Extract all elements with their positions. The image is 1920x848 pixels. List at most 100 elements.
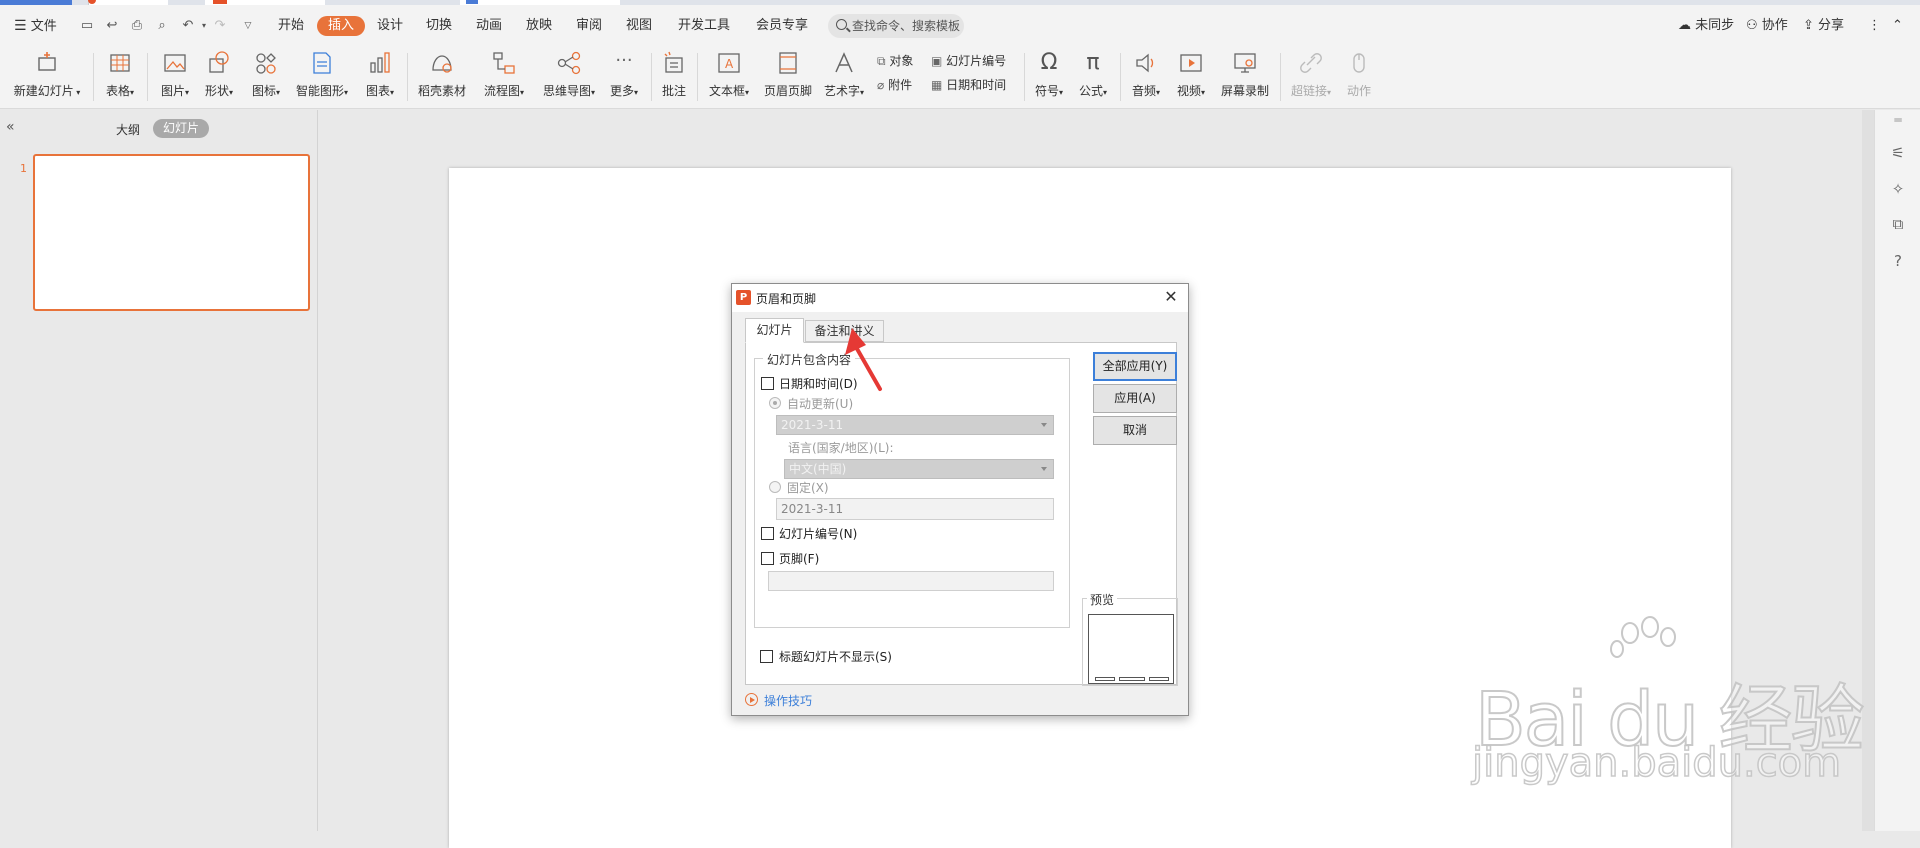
tab-app-icon	[466, 0, 478, 4]
footer-checkbox[interactable]	[761, 552, 774, 565]
tab-developer[interactable]: 开发工具	[678, 16, 730, 36]
ribbon-separator	[1024, 53, 1025, 101]
close-icon[interactable]: ✕	[1162, 288, 1180, 306]
calendar-icon: ▦	[931, 78, 943, 92]
slides-pane-icon[interactable]: ⧉	[1888, 214, 1908, 234]
auto-date-select[interactable]: 2021-3-11	[776, 415, 1054, 435]
slide-number-label: 幻灯片编号(N)	[779, 527, 858, 541]
share-button[interactable]: ⇪ 分享	[1803, 16, 1844, 36]
tab-transition[interactable]: 切换	[426, 16, 452, 36]
format-painter-icon[interactable]: ↩	[104, 18, 120, 34]
play-circle-icon	[745, 693, 758, 706]
material-icon	[429, 50, 455, 76]
tab-app-icon	[213, 0, 227, 4]
tips-link[interactable]: 操作技巧	[745, 692, 812, 709]
fixed-date-field[interactable]: 2021-3-11	[776, 498, 1054, 520]
mindmap-icon	[556, 50, 582, 76]
adjust-icon[interactable]: ⚟	[1888, 143, 1908, 163]
symbol-button[interactable]: Ω 符号▾	[1032, 50, 1066, 99]
file-menu[interactable]: ☰ 文件	[14, 16, 57, 36]
ribbon-insert: 新建幻灯片 ▾ 表格▾ 图片▾ 形状▾ 图标▾ 智能图形▾ 图表▾ 稻壳素材 流…	[0, 45, 1920, 109]
new-slide-icon	[34, 50, 60, 76]
more-menu-icon[interactable]: ⋮	[1868, 16, 1881, 36]
picture-button[interactable]: 图片▾	[157, 50, 193, 99]
formula-button[interactable]: π 公式▾	[1076, 50, 1110, 99]
date-time-checkbox[interactable]	[761, 377, 774, 390]
date-time-button[interactable]: ▦ 日期和时间	[931, 75, 1006, 95]
slide-number-checkbox[interactable]	[761, 527, 774, 540]
screen-record-button[interactable]: 屏幕录制	[1219, 50, 1271, 99]
slide-number-button[interactable]: ▣ 幻灯片编号	[931, 51, 1006, 71]
action-button[interactable]: 动作	[1345, 50, 1373, 99]
header-footer-button[interactable]: 页眉页脚	[762, 50, 814, 99]
smart-graphic-button[interactable]: 智能图形▾	[292, 50, 352, 99]
pane-handle-icon[interactable]: ═	[1888, 110, 1908, 130]
print-preview-icon[interactable]: ⌕	[154, 18, 170, 34]
tab-design[interactable]: 设计	[377, 16, 403, 36]
hyperlink-button[interactable]: 超链接▾	[1289, 50, 1333, 99]
apply-all-button[interactable]: 全部应用(Y)	[1093, 352, 1177, 381]
slide-thumbnail[interactable]	[33, 154, 310, 311]
more-button[interactable]: ··· 更多▾	[606, 50, 642, 99]
tab-slide[interactable]: 幻灯片	[745, 318, 804, 343]
apply-button[interactable]: 应用(A)	[1093, 384, 1177, 413]
ribbon-separator	[147, 53, 148, 101]
collapse-panel-icon[interactable]: «	[6, 119, 15, 135]
ribbon-separator	[697, 53, 698, 101]
footer-text-field[interactable]	[768, 571, 1054, 591]
flowchart-button[interactable]: 流程图▾	[479, 50, 529, 99]
chart-button[interactable]: 图表▾	[362, 50, 398, 99]
outline-tab[interactable]: 大纲	[116, 121, 140, 138]
help-icon[interactable]: ?	[1888, 251, 1908, 271]
material-button[interactable]: 稻壳素材	[417, 50, 467, 99]
slide-thumb-number: 1	[20, 162, 27, 175]
tab-slideshow[interactable]: 放映	[526, 16, 552, 36]
mindmap-button[interactable]: 思维导图▾	[538, 50, 600, 99]
attachment-button[interactable]: ⌀ 附件	[877, 75, 912, 95]
audio-button[interactable]: 音频▾	[1128, 50, 1164, 99]
tab-insert[interactable]: 插入	[317, 16, 366, 36]
tab-view[interactable]: 视图	[626, 16, 652, 36]
customize-icon[interactable]: ▽	[240, 18, 256, 34]
hide-on-title-checkbox[interactable]	[760, 650, 773, 663]
menu-bar: ☰ 文件 ▭ ↩ ⎙ ⌕ ↶ ▾ ↷ ▽ 开始 插入 设计 切换 动画 放映 审…	[0, 5, 1920, 45]
icon-button[interactable]: 图标▾	[248, 50, 284, 99]
icons-gallery-icon	[253, 50, 279, 76]
slides-tab[interactable]: 幻灯片	[153, 119, 209, 138]
tab-start[interactable]: 开始	[278, 16, 304, 36]
cancel-button[interactable]: 取消	[1093, 416, 1177, 445]
comment-button[interactable]: 批注	[660, 50, 688, 99]
more-dots-icon: ···	[615, 50, 633, 71]
collab-button[interactable]: ⚇ 协作	[1746, 16, 1788, 36]
video-button[interactable]: 视频▾	[1173, 50, 1209, 99]
ribbon-separator	[93, 53, 94, 101]
chevron-down-icon	[1041, 467, 1047, 471]
command-search[interactable]: 查找命令、搜索模板	[828, 14, 964, 38]
shape-button[interactable]: 形状▾	[201, 50, 237, 99]
undo-icon[interactable]: ↶	[180, 18, 196, 34]
tab-review[interactable]: 审阅	[576, 16, 602, 36]
object-button[interactable]: ⧉ 对象	[877, 51, 913, 71]
picture-icon	[162, 50, 188, 76]
redo-icon[interactable]: ↷	[212, 18, 228, 34]
collapse-ribbon-icon[interactable]: ⌃	[1892, 16, 1903, 36]
slide-panel: « 大纲 幻灯片 1	[0, 110, 318, 831]
wordart-button[interactable]: 艺术字▾	[821, 50, 867, 99]
vertical-scrollbar[interactable]	[1862, 110, 1874, 831]
hamburger-icon: ☰	[14, 18, 27, 34]
undo-dropdown-icon[interactable]: ▾	[196, 18, 212, 34]
print-icon[interactable]: ⎙	[129, 18, 145, 34]
sync-button[interactable]: ☁ 未同步	[1678, 16, 1734, 36]
language-select[interactable]: 中文(中国)	[784, 459, 1054, 479]
textbox-button[interactable]: A 文本框▾	[706, 50, 752, 99]
pin-icon[interactable]: ✧	[1888, 179, 1908, 199]
auto-update-radio[interactable]	[769, 397, 781, 409]
fixed-radio[interactable]	[769, 481, 781, 493]
tab-member[interactable]: 会员专享	[756, 16, 808, 36]
save-icon[interactable]: ▭	[79, 18, 95, 34]
tab-animation[interactable]: 动画	[476, 16, 502, 36]
new-slide-button[interactable]: 新建幻灯片 ▾	[12, 50, 82, 99]
speaker-icon	[1133, 50, 1159, 76]
table-button[interactable]: 表格▾	[103, 50, 137, 99]
cloud-icon: ☁	[1678, 18, 1691, 33]
